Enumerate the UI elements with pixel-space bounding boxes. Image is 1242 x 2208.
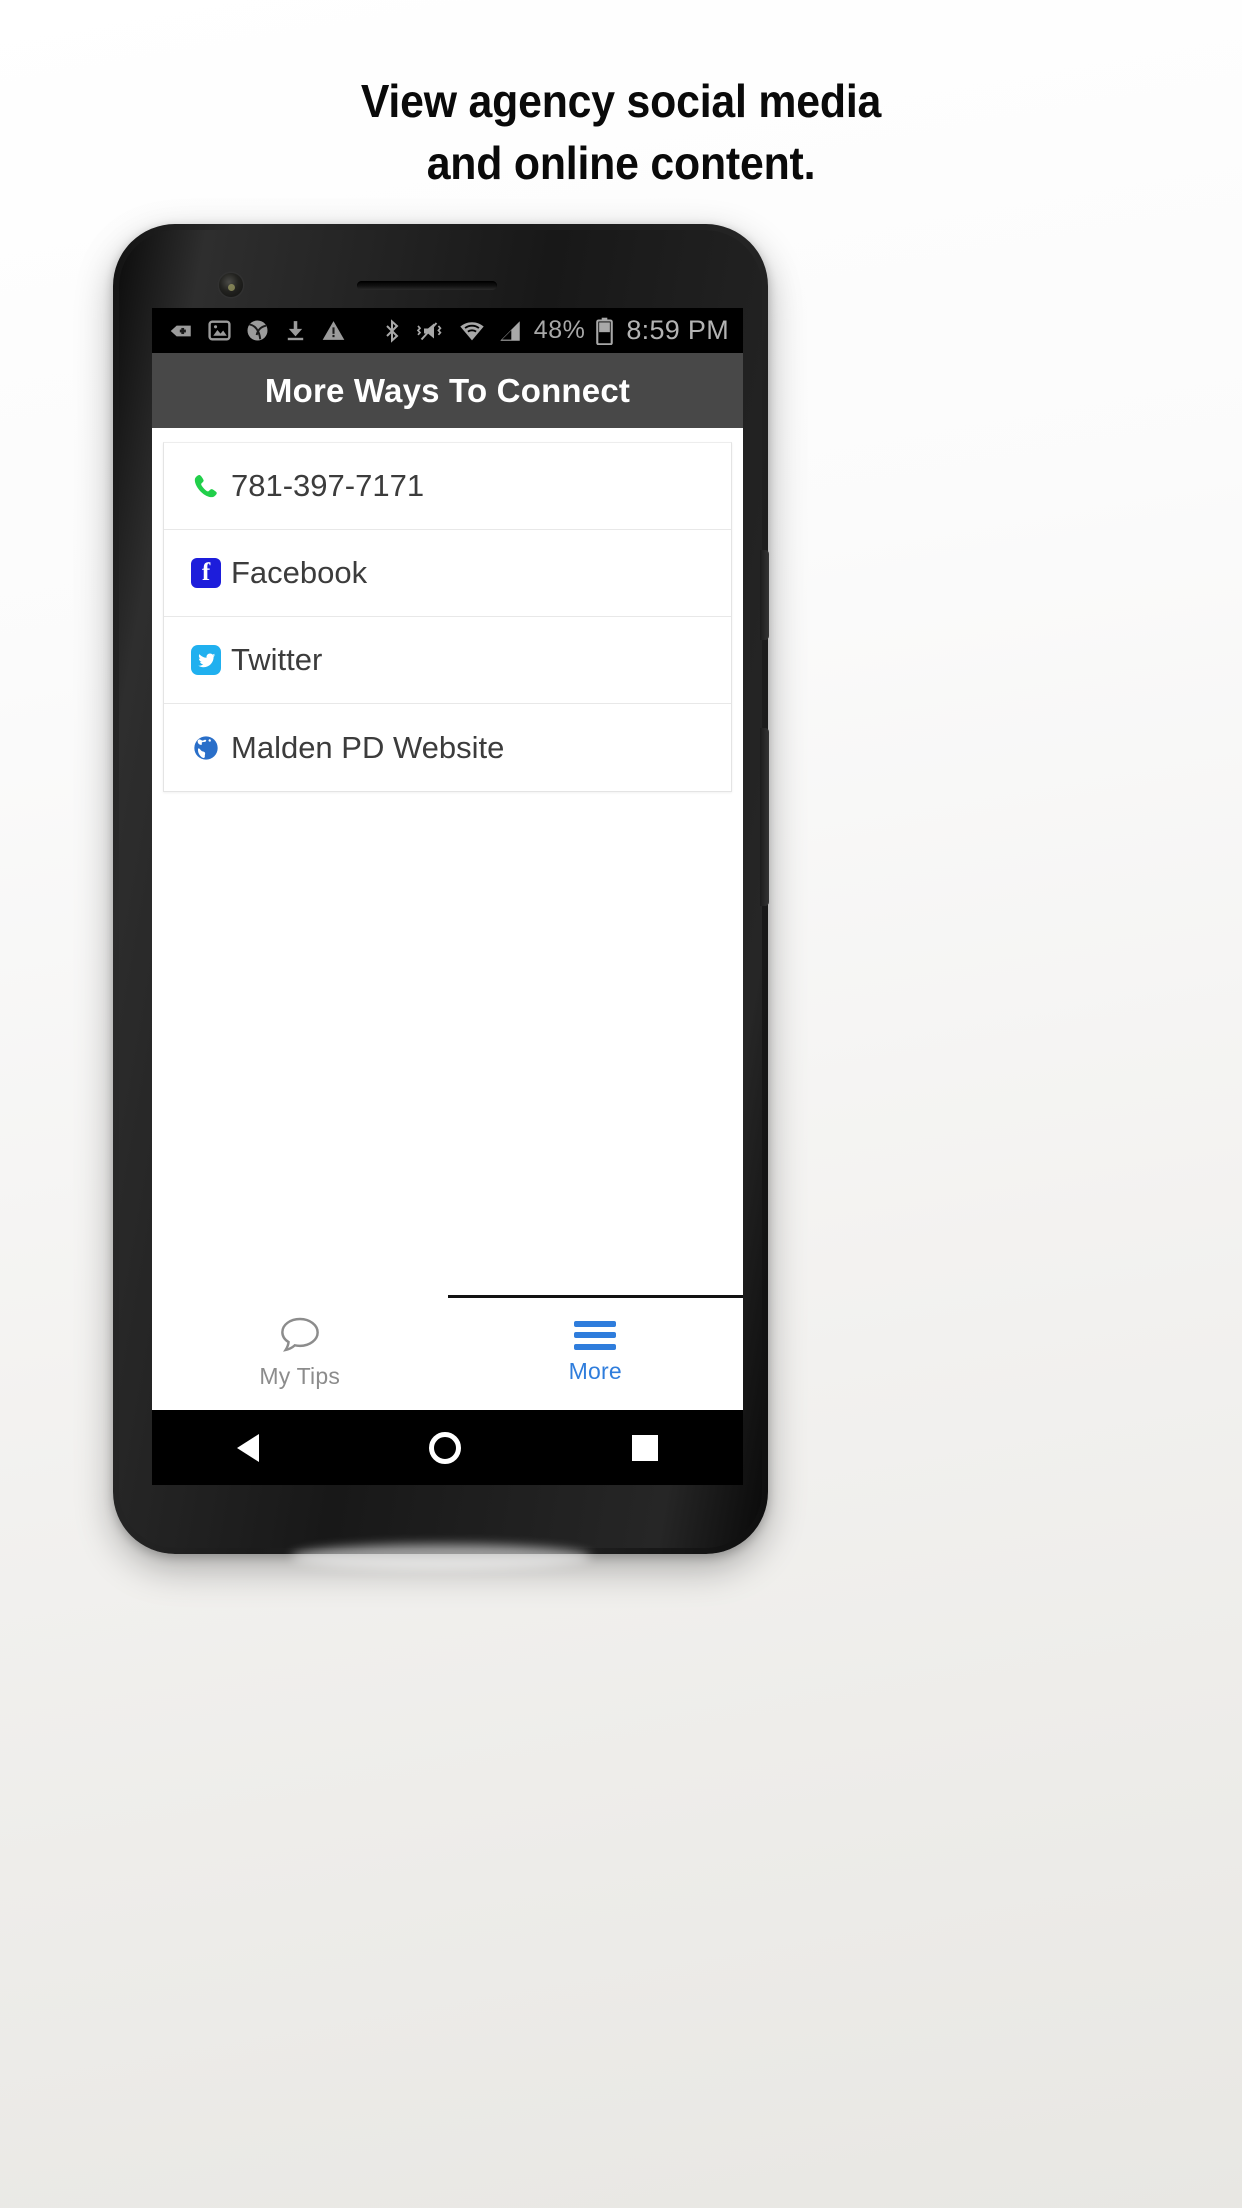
phone-handset-icon [188, 468, 224, 504]
volume-button[interactable] [760, 728, 769, 906]
list-item-label: Twitter [231, 642, 323, 677]
list-item-website[interactable]: Malden PD Website [164, 704, 731, 791]
home-circle-icon[interactable] [429, 1431, 462, 1464]
tab-my-tips[interactable]: My Tips [152, 1295, 448, 1410]
app-title: More Ways To Connect [264, 371, 631, 409]
list-item-twitter[interactable]: Twitter [164, 617, 731, 704]
earpiece-speaker [357, 281, 497, 290]
android-nav-bar [152, 1410, 743, 1485]
image-icon [208, 320, 231, 341]
bottom-tab-bar: My Tips More [152, 1295, 743, 1410]
battery-icon [596, 317, 614, 345]
battery-percent-label: 48% [533, 316, 586, 344]
headline-line-1: View agency social media [360, 75, 882, 127]
list-item-phone[interactable]: 781-397-7171 [164, 443, 731, 530]
tab-label: More [568, 1357, 622, 1384]
list-item-label: Facebook [231, 555, 368, 590]
cell-signal-icon [500, 320, 520, 341]
connect-options-list: 781-397-7171 f Facebook Twitter Malden P… [163, 442, 732, 792]
sports-ball-icon [247, 320, 268, 341]
download-icon [287, 321, 304, 341]
vibrate-mute-icon [416, 321, 442, 340]
tab-label: My Tips [259, 1363, 341, 1389]
speech-bubble-icon [280, 1317, 319, 1352]
tab-more[interactable]: More [447, 1295, 744, 1410]
status-bar-notifications [168, 318, 346, 344]
camera-lens-dot [228, 284, 235, 291]
add-to-collection-icon [170, 325, 191, 336]
warning-triangle-icon [322, 321, 345, 340]
phone-device-frame: 48% 8:59 PM More Ways To Connect 781-397… [113, 224, 769, 1570]
status-bar-clock: 8:59 PM [626, 315, 729, 345]
twitter-icon [188, 642, 224, 678]
front-camera-icon [219, 273, 243, 297]
promo-headline: View agency social media and online cont… [0, 78, 1242, 186]
device-shadow-reflection [290, 1544, 591, 1570]
list-item-facebook[interactable]: f Facebook [164, 530, 731, 617]
app-title-bar: More Ways To Connect [152, 353, 743, 428]
phone-bezel: 48% 8:59 PM More Ways To Connect 781-397… [119, 230, 769, 1548]
bluetooth-icon [386, 318, 399, 343]
app-content: 781-397-7171 f Facebook Twitter Malden P… [152, 428, 743, 1485]
list-item-label: 781-397-7171 [231, 468, 425, 503]
power-button[interactable] [760, 550, 769, 640]
back-triangle-icon[interactable] [237, 1433, 260, 1462]
status-bar-system: 48% 8:59 PM [380, 315, 729, 346]
wifi-icon [460, 321, 484, 340]
recents-square-icon[interactable] [631, 1434, 658, 1461]
facebook-icon: f [188, 555, 224, 591]
headline-line-2: and online content. [426, 137, 816, 189]
list-item-label: Malden PD Website [231, 729, 505, 765]
globe-icon [188, 730, 224, 766]
hamburger-menu-icon [574, 1320, 617, 1350]
phone-screen: 48% 8:59 PM More Ways To Connect 781-397… [152, 308, 743, 1485]
android-status-bar: 48% 8:59 PM [152, 308, 743, 353]
